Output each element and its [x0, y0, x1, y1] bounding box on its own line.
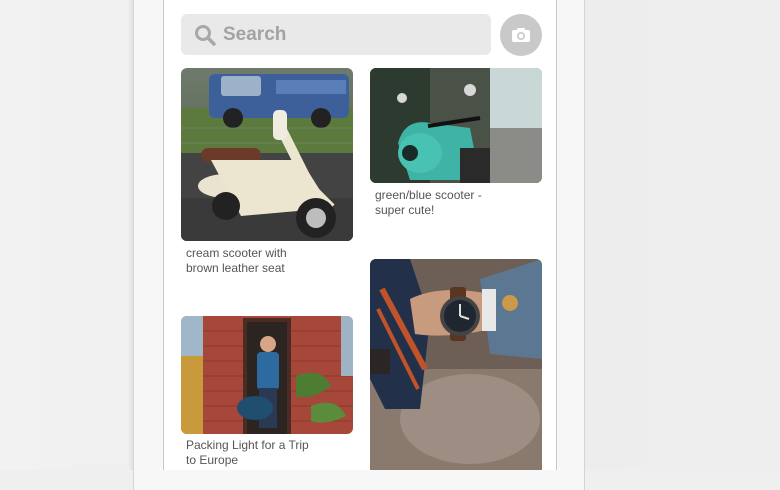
caption-line: Packing Light for a Trip [186, 438, 309, 452]
packing-light-photo [181, 316, 353, 434]
camera-search-button[interactable] [500, 14, 542, 56]
pin-caption-cream-scooter: cream scooter with brown leather seat [186, 246, 287, 276]
pin-image-cream-scooter[interactable] [181, 68, 353, 241]
pin-image-watch[interactable] [370, 259, 542, 470]
caption-line: cream scooter with [186, 246, 287, 260]
search-icon [195, 25, 216, 46]
camera-icon [512, 28, 530, 42]
cream-scooter-photo [181, 68, 353, 241]
caption-line: brown leather seat [186, 261, 285, 275]
pin-caption-packing-light: Packing Light for a Trip to Europe [186, 438, 309, 468]
search-bar[interactable] [181, 14, 491, 55]
pin-caption-green-scooter: green/blue scooter - super cute! [375, 188, 482, 218]
caption-line: to Europe [186, 453, 239, 467]
search-input[interactable] [223, 22, 483, 48]
watch-photo [370, 259, 542, 470]
pin-image-packing-light[interactable] [181, 316, 353, 434]
phone-screen: cream scooter with brown leather seat gr… [163, 0, 557, 470]
caption-line: green/blue scooter - [375, 188, 482, 202]
green-scooter-photo [370, 68, 542, 183]
caption-line: super cute! [375, 203, 435, 217]
pin-image-green-scooter[interactable] [370, 68, 542, 183]
